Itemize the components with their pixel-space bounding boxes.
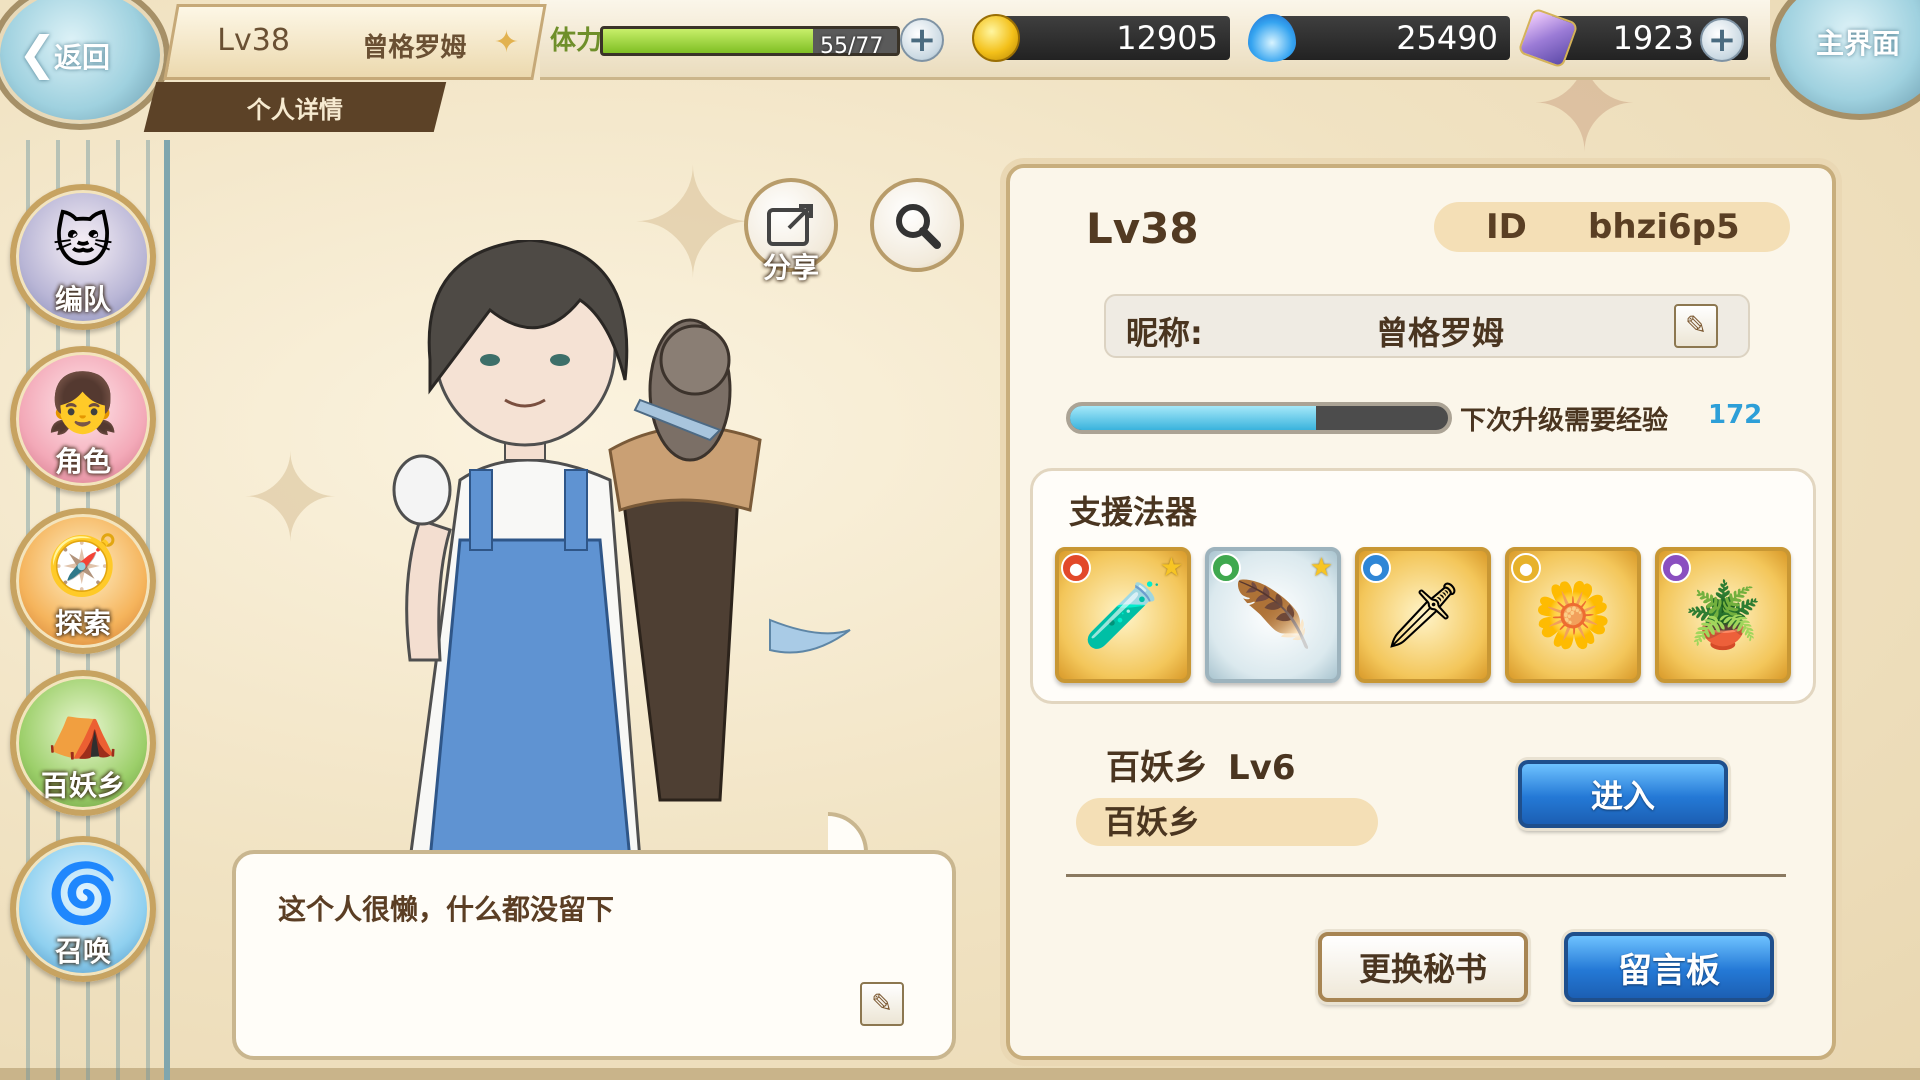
water-element-icon: ● (1361, 553, 1391, 583)
nickname-label: 昵称: (1126, 314, 1203, 352)
nav-village-label: 百妖乡 (40, 769, 125, 802)
back-arrow-icon: ❮ (18, 26, 57, 80)
plus-icon: + (1707, 20, 1737, 60)
potion-icon: 🧪 (1083, 578, 1163, 653)
search-icon (896, 204, 941, 249)
signature-text: 这个人很懒，什么都没留下 (278, 893, 615, 926)
fire-element-icon: ● (1061, 553, 1091, 583)
village-tag: 百妖乡 (1076, 798, 1378, 846)
nickname-value: 曾格罗姆 (1376, 314, 1505, 352)
page-title: 个人详情 (143, 82, 447, 132)
stamina-value: 55/77 (820, 34, 884, 59)
message-board-button[interactable]: 留言板 (1564, 932, 1774, 1002)
nav-explore-button[interactable]: 🧭 探索 (10, 508, 156, 654)
sparkle-icon: ✦ (493, 25, 519, 60)
nav-explore-label: 探索 (54, 607, 111, 640)
village-level: Lv6 (1228, 748, 1296, 788)
change-secretary-button[interactable]: 更换秘书 (1318, 932, 1528, 1002)
page-title-text: 个人详情 (247, 95, 343, 124)
stamina-label: 体力 (550, 26, 603, 56)
edit-signature-icon[interactable]: ✎ (860, 982, 904, 1026)
star-icon: ★ (1309, 553, 1333, 583)
dark-element-icon: ● (1661, 553, 1691, 583)
village-info-row: 百妖乡 Lv6 (1106, 740, 1296, 789)
spirit-counter: 25490 (1270, 16, 1510, 60)
gold-coin-icon (972, 14, 1020, 62)
secretary-character-portrait (392, 240, 851, 860)
support-artifacts-title: 支援法器 (1069, 493, 1198, 531)
wind-element-icon: ● (1211, 553, 1241, 583)
player-nameplate: Lv38 曾格罗姆 ✦ (163, 4, 547, 80)
mortar-icon: 🪴 (1683, 578, 1763, 653)
support-item-4[interactable]: ● 🌼 (1505, 547, 1641, 683)
player-id-pill: ID bhzi6p5 (1434, 202, 1790, 252)
home-label: 主界面 (1816, 27, 1901, 60)
search-button[interactable] (870, 178, 964, 272)
exp-bar (1066, 402, 1452, 434)
nav-team-button[interactable]: 🐱 编队 (10, 184, 156, 330)
edit-nickname-icon[interactable]: ✎ (1674, 304, 1718, 348)
support-artifacts-box: 支援法器 ● ★ 🧪 ● ★ 🪶 ● 🗡 ● 🌼 ● 🪴 (1030, 468, 1816, 704)
profile-level: Lv38 (1086, 204, 1199, 253)
stamina-fill (603, 29, 813, 53)
light-element-icon: ● (1511, 553, 1541, 583)
character-icon: 👧 (46, 369, 120, 437)
nickname-row: 昵称: 曾格罗姆 ✎ (1104, 294, 1750, 358)
share-button[interactable]: 分享 (744, 178, 838, 284)
background-star-decoration: ✦ (240, 430, 341, 569)
nav-summon-button[interactable]: 🌀 召唤 (10, 836, 156, 982)
back-label: 返回 (54, 41, 111, 74)
star-icon: ★ (1159, 553, 1183, 583)
team-icon: 🐱 (52, 207, 114, 275)
nav-team-label: 编队 (54, 283, 111, 316)
player-name: 曾格罗姆 (362, 33, 467, 63)
id-value: bhzi6p5 (1588, 207, 1740, 247)
summon-icon: 🌀 (46, 859, 120, 927)
share-label: 分享 (762, 251, 819, 284)
add-gems-button[interactable]: + (1700, 18, 1744, 62)
exp-fill (1070, 406, 1316, 430)
explore-icon: 🧭 (46, 531, 120, 599)
support-item-3[interactable]: ● 🗡 (1355, 547, 1491, 683)
feather-icon: 🪶 (1233, 578, 1313, 653)
signature-speech-bubble: 这个人很懒，什么都没留下 ✎ (232, 850, 956, 1060)
support-item-5[interactable]: ● 🪴 (1655, 547, 1791, 683)
support-item-1[interactable]: ● ★ 🧪 (1055, 547, 1191, 683)
flower-spear-icon: 🌼 (1533, 578, 1613, 653)
sword-icon: 🗡 (1382, 578, 1464, 653)
enter-village-button[interactable]: 进入 (1518, 760, 1728, 828)
nav-character-button[interactable]: 👧 角色 (10, 346, 156, 492)
nav-summon-label: 召唤 (54, 935, 111, 968)
support-item-2[interactable]: ● ★ 🪶 (1205, 547, 1341, 683)
player-level: Lv38 (217, 23, 290, 58)
village-icon: ⛺ (46, 693, 120, 761)
id-label: ID (1486, 207, 1527, 247)
nav-village-button[interactable]: ⛺ 百妖乡 (10, 670, 156, 816)
nav-character-label: 角色 (54, 445, 111, 478)
gold-counter: 12905 (1000, 16, 1230, 60)
share-icon (767, 204, 813, 246)
village-name: 百妖乡 (1106, 748, 1208, 788)
plus-icon: + (907, 20, 937, 60)
bottom-strip (0, 1068, 1920, 1080)
exp-value: 172 (1708, 400, 1763, 430)
profile-panel: Lv38 ID bhzi6p5 昵称: 曾格罗姆 ✎ 下次升级需要经验 172 … (1006, 164, 1836, 1060)
exp-label: 下次升级需要经验 (1460, 406, 1669, 436)
add-stamina-button[interactable]: + (900, 18, 944, 62)
divider (1066, 874, 1786, 877)
